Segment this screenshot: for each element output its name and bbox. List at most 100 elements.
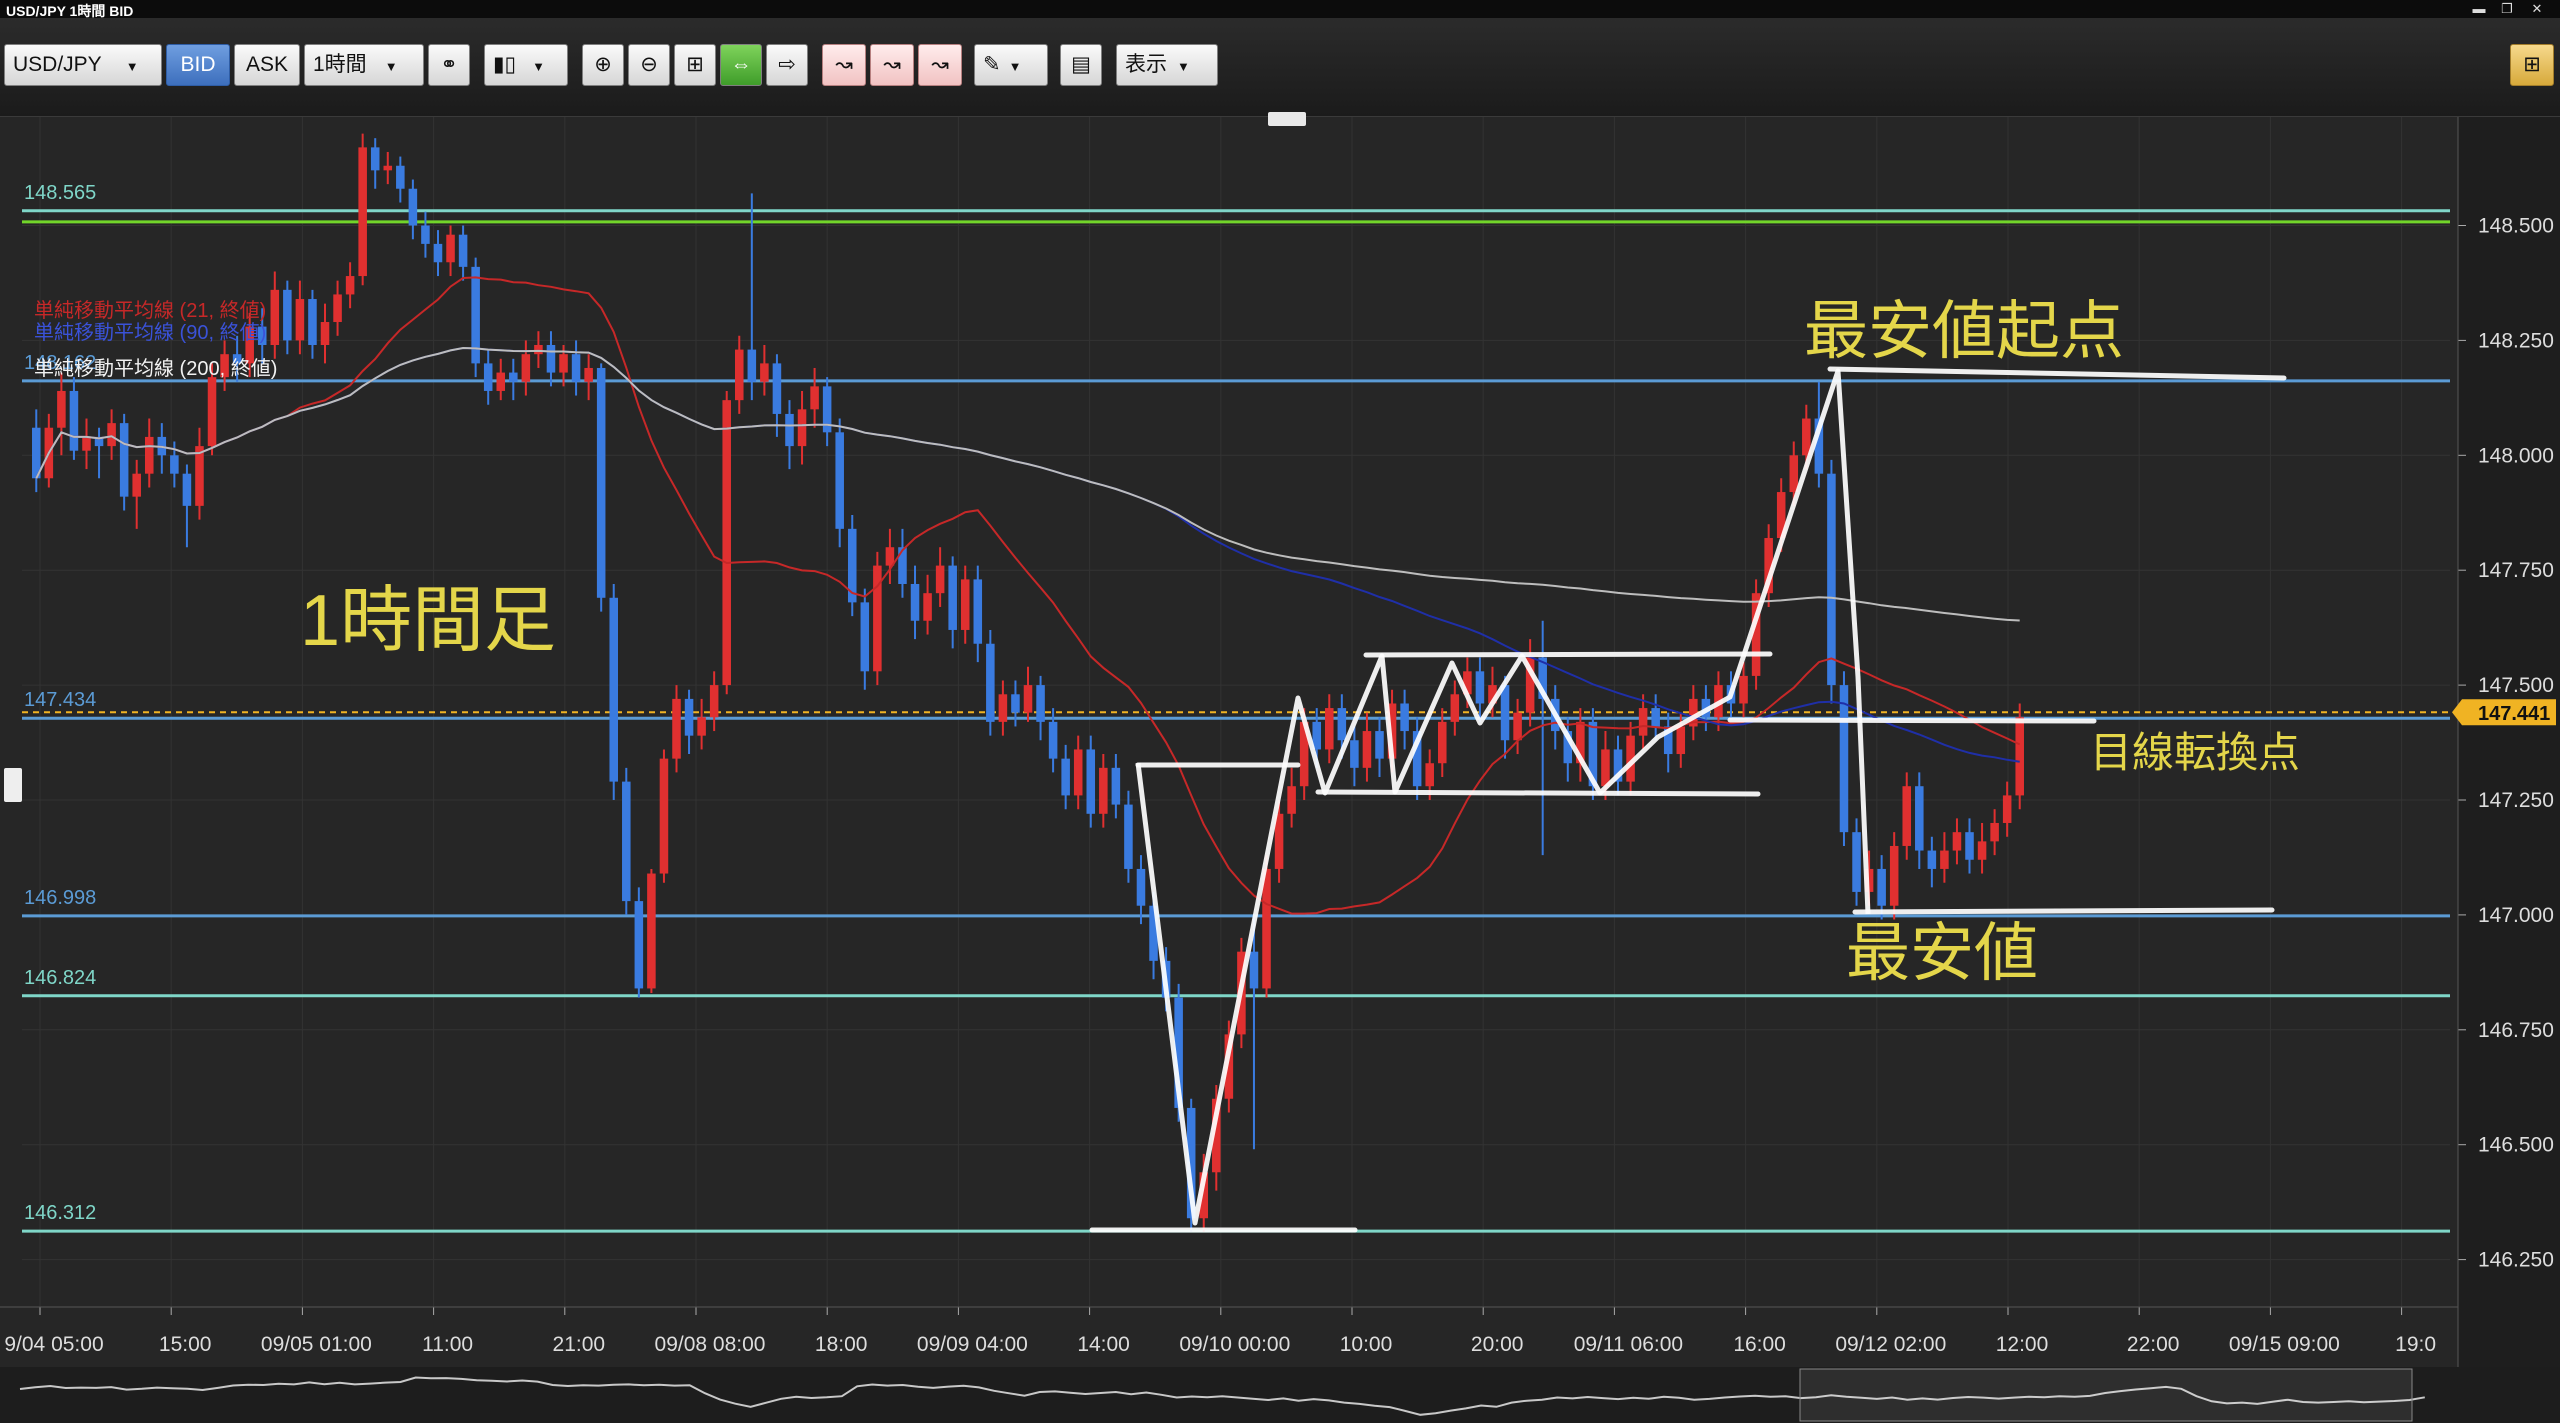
remove-indicator-button[interactable]: ↝ (918, 44, 962, 86)
candle-body (1124, 804, 1133, 869)
candle-body (1852, 832, 1861, 892)
crosshair-button[interactable]: ⊞ (674, 44, 716, 86)
chart-toolbar: USD/JPY ▼ BID ASK 1時間 ▼ ⚭ ▮▯ ▼ ⊕ ⊖ ⊞ ⇔ ⇨ ↝ … (0, 18, 2560, 117)
candle-body (82, 436, 91, 451)
time-tick-label: 14:00 (1077, 1333, 1130, 1356)
candle-body (308, 299, 317, 345)
scroll-to-latest-button[interactable]: ⇨ (766, 44, 808, 86)
candle-body (383, 165, 393, 171)
price-tick-label: 147.250 (2478, 789, 2554, 812)
bid-button[interactable]: BID (166, 44, 230, 86)
candle-body (659, 758, 669, 874)
time-tick-label: 12:00 (1996, 1333, 2049, 1356)
timeframe-label: 1時間 (313, 53, 367, 76)
candle-body (584, 367, 593, 382)
candle-body (1952, 832, 1962, 851)
edit-indicator-icon: ↝ (883, 53, 901, 76)
candle-body (1425, 763, 1434, 787)
chart-area[interactable]: 148.500 148.250 148.000 147.750 147.500 147.2… (0, 117, 2560, 1423)
drawn-range-bottom (1315, 789, 1761, 797)
candle-body (333, 294, 342, 323)
legend-ma21: 単純移動平均線 (21, 終値) (34, 299, 266, 322)
price-chart[interactable]: 148.500 148.250 148.000 147.750 147.500 147.2… (0, 117, 2560, 1423)
candle-body (571, 354, 581, 382)
candle-body (735, 349, 744, 401)
candle-body (370, 147, 380, 171)
chevron-down-icon: ▼ (1177, 59, 1190, 74)
horizontal-line-label: 146.824 (24, 967, 96, 989)
arrow-right-icon: ⇨ (778, 53, 796, 76)
price-tick-label: 147.750 (2478, 559, 2554, 582)
zoom-out-button[interactable]: ⊖ (628, 44, 670, 86)
candle-body (810, 386, 819, 410)
candle-body (1500, 685, 1510, 741)
candle-body (1287, 786, 1296, 814)
candle-body (1400, 703, 1409, 732)
fit-width-button[interactable]: ⇔ (720, 44, 762, 86)
candle-body (1136, 868, 1146, 906)
candle-body (170, 455, 179, 474)
fit-width-icon: ⇔ (730, 53, 752, 76)
candle-body (421, 225, 430, 244)
candle-body (1739, 675, 1748, 704)
zoom-out-icon: ⊖ (640, 53, 658, 76)
candle-body (521, 354, 531, 382)
pane-splitter-handle[interactable] (1268, 112, 1306, 126)
drawing-tool-select[interactable]: ✎ ▼ (974, 44, 1048, 86)
chart-settings-button[interactable]: ▤ (1060, 44, 1102, 86)
horizontal-line-label: 147.434 (24, 689, 96, 711)
candle-body (1965, 832, 1974, 860)
close-icon[interactable]: ✕ (2526, 0, 2548, 18)
timeframe-select[interactable]: 1時間 ▼ (304, 44, 424, 86)
candle-body (320, 322, 330, 345)
display-label: 表示 (1125, 53, 1167, 76)
navigator-window (1799, 1368, 2413, 1422)
annotation-trend-change: 目線転換点 (2090, 729, 2300, 776)
candle-body (797, 409, 807, 447)
candle-body (684, 698, 694, 736)
candle-body (396, 165, 405, 189)
symbol-label: USD/JPY (13, 53, 102, 76)
link-chart-button[interactable]: ⚭ (428, 44, 470, 86)
candle-body (2002, 795, 2012, 823)
candle-body (207, 377, 217, 447)
candle-body (935, 565, 945, 594)
chevron-down-icon: ▼ (384, 59, 398, 74)
maximize-icon[interactable]: ❐ (2496, 0, 2518, 18)
left-panel-grip[interactable] (4, 768, 22, 802)
candle-body (986, 643, 995, 722)
add-indicator-button[interactable]: ↝ (822, 44, 866, 86)
drawn-high-line (1827, 366, 2287, 381)
chart-type-select[interactable]: ▮▯ ▼ (484, 44, 568, 86)
candle-body (609, 597, 619, 782)
ask-button[interactable]: ASK (234, 44, 300, 86)
candle-body (57, 390, 66, 428)
candle-body (1601, 749, 1610, 787)
candle-body (1249, 951, 1259, 989)
time-tick-label: 15:00 (159, 1333, 212, 1356)
candle-body (2015, 717, 2024, 796)
candle-body (860, 602, 870, 672)
chart-settings-icon: ▤ (1071, 53, 1091, 76)
candle-body (998, 694, 1008, 722)
zoom-in-button[interactable]: ⊕ (582, 44, 624, 86)
symbol-select[interactable]: USD/JPY ▼ (4, 44, 162, 86)
time-tick-label: 09/15 09:00 (2229, 1333, 2340, 1356)
display-menu-button[interactable]: 表示 ▼ (1116, 44, 1218, 86)
drawn-trend-change-line (1727, 717, 2097, 724)
edit-indicator-button[interactable]: ↝ (870, 44, 914, 86)
annotation-lowest: 最安値 (1846, 917, 2038, 989)
candle-body (923, 593, 932, 621)
chevron-down-icon: ▼ (125, 59, 139, 74)
candle-body (1325, 708, 1334, 750)
candle-body (1350, 740, 1359, 768)
time-tick-label: 20:00 (1471, 1333, 1524, 1356)
time-tick-label: 09/08 08:00 (655, 1333, 766, 1356)
expand-panel-button[interactable]: ⊞ (2510, 44, 2554, 86)
time-tick-label: 10:00 (1340, 1333, 1393, 1356)
horizontal-line-label: 148.565 (24, 182, 96, 204)
minimize-icon[interactable]: ▬ (2468, 0, 2490, 18)
horizontal-line-label: 146.998 (24, 887, 96, 909)
candle-body (747, 349, 757, 382)
candle-body (358, 147, 367, 277)
